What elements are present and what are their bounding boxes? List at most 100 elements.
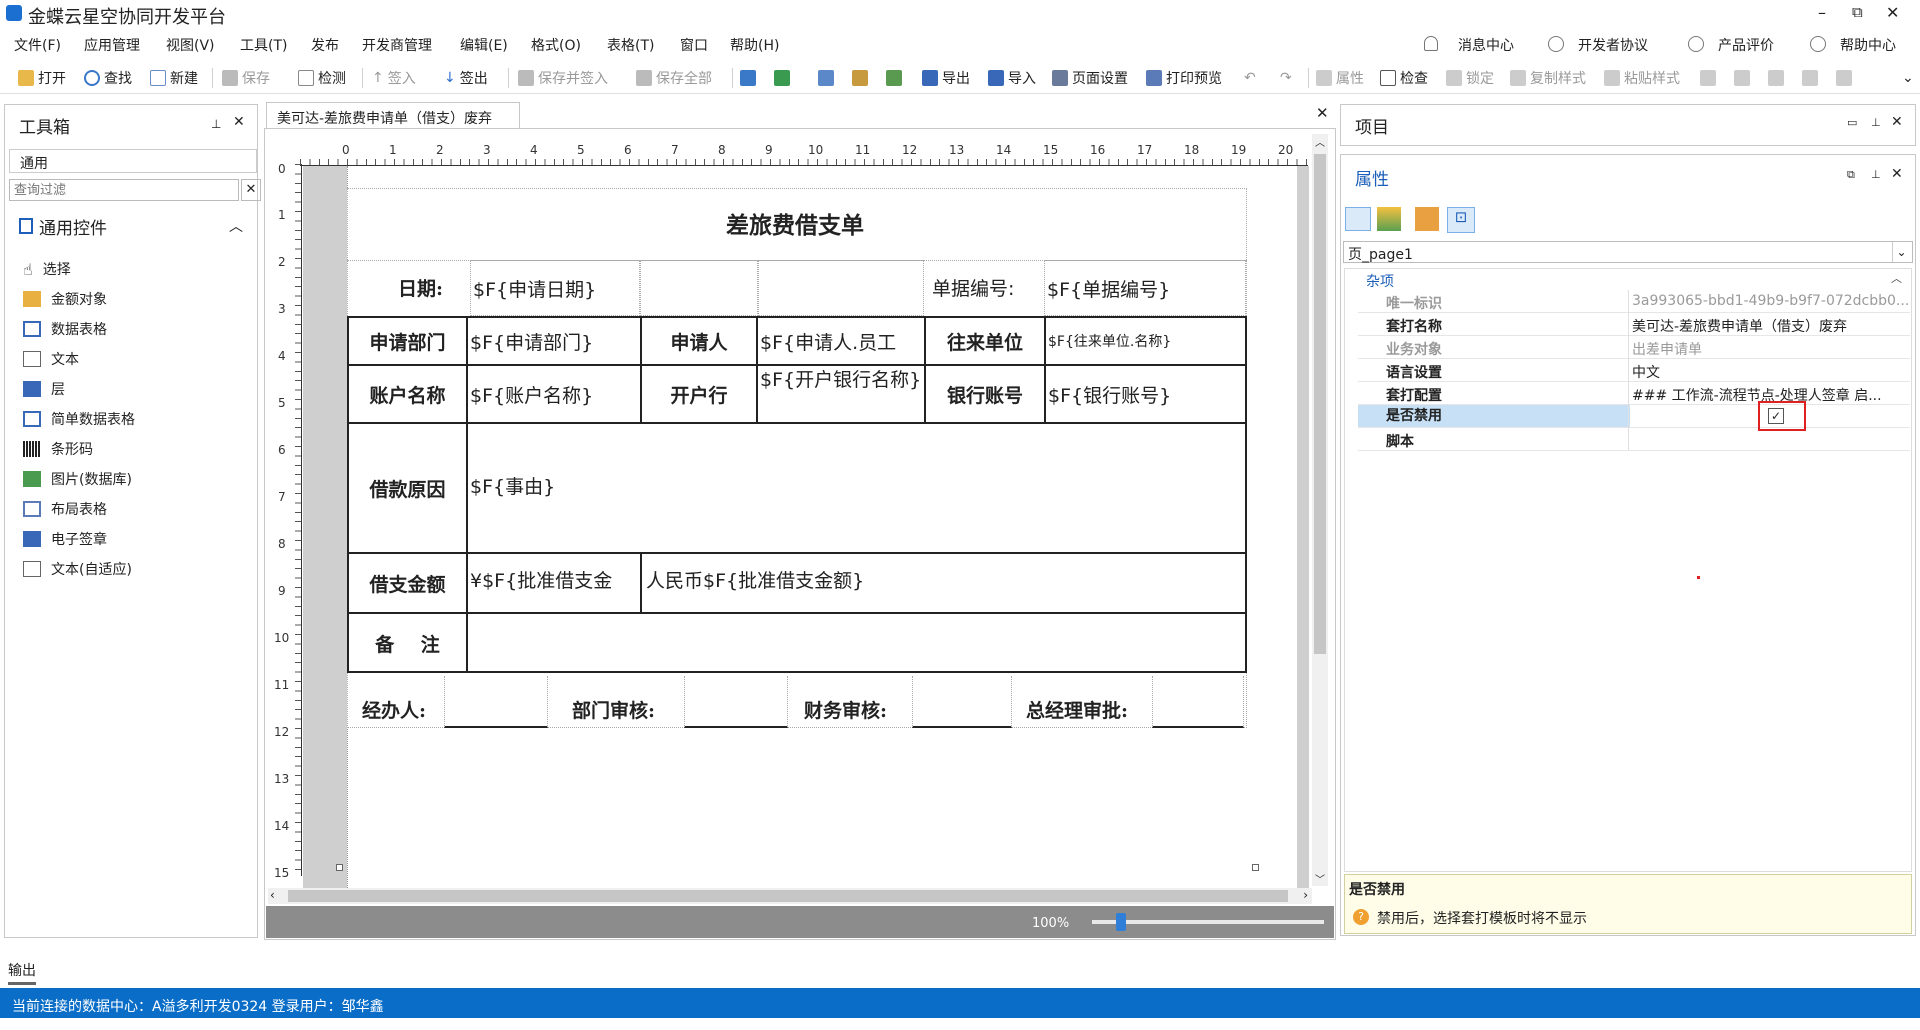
account-no-label[interactable]: 银行账号 (926, 366, 1044, 422)
inspect-button[interactable]: 检查 (1380, 68, 1428, 88)
help-icon[interactable] (1810, 36, 1826, 52)
date-label[interactable]: 日期: (398, 272, 443, 302)
save-checkin-button[interactable]: 保存并签入 (518, 68, 608, 88)
agreement-icon[interactable] (1548, 36, 1564, 52)
maximize-icon[interactable]: ▭ (1847, 116, 1857, 129)
tool-layout-table[interactable]: 布局表格 (23, 497, 107, 521)
reason-field[interactable]: $F{事由} (470, 424, 1244, 552)
align-button-1[interactable] (1700, 68, 1716, 88)
scroll-thumb[interactable] (1314, 154, 1326, 654)
align-button-2[interactable] (1734, 68, 1750, 88)
tool-image-db[interactable]: 图片(数据库) (23, 467, 132, 491)
handler-label[interactable]: 经办人: (362, 694, 426, 724)
align-button-4[interactable] (1802, 68, 1818, 88)
pin-icon[interactable]: ⊥ (211, 117, 221, 131)
message-center-link[interactable]: 消息中心 (1458, 35, 1514, 55)
bank-field[interactable]: $F{开户银行名称} (760, 366, 922, 422)
scroll-h-thumb[interactable] (288, 890, 1288, 902)
close-document-icon[interactable]: ✕ (1316, 104, 1329, 122)
sort-alpha-button[interactable] (1377, 207, 1401, 231)
property-row[interactable]: 语言设置 中文 (1358, 359, 1910, 382)
find-button[interactable]: 查找 (84, 68, 132, 88)
amount-cn-field[interactable]: 人民币$F{批准借支金额} (646, 554, 1242, 612)
property-value[interactable]: 美可达-差旅费申请单（借支）废弃 (1632, 316, 1908, 336)
property-row[interactable]: 套打配置 ### 工作流-流程节点-处理人签章 启... (1358, 382, 1910, 405)
menu-window[interactable]: 窗口 (680, 35, 708, 55)
billno-label[interactable]: 单据编号: (932, 272, 1014, 302)
smile-icon[interactable] (1688, 36, 1704, 52)
export-button[interactable]: 导出 (922, 68, 970, 88)
output-tab[interactable]: 输出 (8, 960, 36, 985)
close-button[interactable]: ✕ (1886, 3, 1899, 22)
property-row[interactable]: 唯一标识 3a993065-bbd1-49b9-b9f7-072dcbb0... (1358, 290, 1910, 313)
close-icon[interactable]: ✕ (233, 114, 245, 130)
applicant-label[interactable]: 申请人 (642, 318, 756, 364)
collapse-icon[interactable]: ︿ (1891, 270, 1902, 286)
redo-button[interactable]: ↷ (1280, 68, 1292, 88)
amount-label[interactable]: 借支金额 (349, 554, 466, 612)
dept-review-label[interactable]: 部门审核: (572, 694, 655, 724)
menu-format[interactable]: 格式(O) (531, 35, 581, 55)
toolbar-icon-button-5[interactable] (886, 68, 902, 88)
undo-button[interactable]: ↶ (1244, 68, 1256, 88)
property-value[interactable]: 中文 (1632, 362, 1908, 382)
tool-data-table[interactable]: 数据表格 (23, 317, 107, 341)
events-button[interactable]: ⊡ (1447, 207, 1475, 233)
toolbox-tab-common[interactable]: 通用 (9, 149, 257, 173)
applicant-field[interactable]: $F{申请人.员工 (760, 318, 922, 364)
horizontal-scrollbar[interactable]: ‹ › (268, 888, 1312, 904)
copy-style-button[interactable]: 复制样式 (1510, 68, 1586, 88)
toolbar-overflow-button[interactable]: ⌄ (1902, 68, 1914, 88)
document-tab[interactable]: 美可达-差旅费申请单（借支）废弃 (266, 102, 520, 128)
toolbar-icon-button-3[interactable] (818, 68, 834, 88)
vertical-scrollbar[interactable]: ︿ ﹀ (1312, 134, 1328, 886)
tool-text[interactable]: 文本 (23, 347, 79, 371)
toolbar-icon-button-2[interactable] (774, 68, 790, 88)
product-review-link[interactable]: 产品评价 (1718, 35, 1774, 55)
tool-text-adaptive[interactable]: 文本(自适应) (23, 557, 132, 581)
paste-style-button[interactable]: 粘贴样式 (1604, 68, 1680, 88)
close-icon[interactable]: ✕ (1891, 114, 1903, 130)
tool-amount-object[interactable]: 金额对象 (23, 287, 107, 311)
date-field[interactable]: $F{申请日期} (470, 260, 640, 316)
tool-select[interactable]: ☝ 选择 (23, 257, 71, 281)
resize-handle[interactable] (336, 864, 343, 871)
lock-button[interactable]: 锁定 (1446, 68, 1494, 88)
gm-approve-field[interactable] (1152, 676, 1244, 728)
property-row[interactable]: 脚本 (1358, 428, 1910, 451)
remark-field[interactable] (470, 614, 1244, 672)
finance-review-field[interactable] (912, 676, 1012, 728)
scroll-up-icon[interactable]: ︿ (1315, 134, 1325, 149)
zoom-slider[interactable] (1092, 920, 1324, 924)
clear-filter-icon[interactable]: ✕ (241, 179, 261, 201)
remark-label[interactable]: 备 注 (349, 614, 466, 672)
toolbar-icon-button-4[interactable] (852, 68, 868, 88)
menu-view[interactable]: 视图(V) (166, 35, 215, 55)
dept-field[interactable]: $F{申请部门} (470, 318, 638, 364)
reason-label[interactable]: 借款原因 (349, 424, 466, 552)
bell-icon[interactable] (1424, 36, 1438, 51)
print-preview-button[interactable]: 打印预览 (1146, 68, 1222, 88)
import-button[interactable]: 导入 (988, 68, 1036, 88)
align-button-3[interactable] (1768, 68, 1784, 88)
menu-file[interactable]: 文件(F) (14, 35, 61, 55)
gm-approve-label[interactable]: 总经理审批: (1026, 694, 1128, 724)
close-icon[interactable]: ✕ (1891, 166, 1903, 182)
menu-edit[interactable]: 编辑(E) (460, 35, 508, 55)
property-row[interactable]: 套打名称 美可达-差旅费申请单（借支）废弃 (1358, 313, 1910, 336)
empty-cell[interactable] (758, 260, 924, 316)
property-row-selected[interactable]: 是否禁用 ✓ (1358, 401, 1910, 431)
zoom-slider-thumb[interactable] (1116, 913, 1126, 931)
contact-field[interactable]: $F{往来单位.名称} (1048, 318, 1244, 364)
tool-simple-data-table[interactable]: 简单数据表格 (23, 407, 135, 431)
bank-label[interactable]: 开户行 (642, 366, 756, 422)
billno-field[interactable]: $F{单据编号} (1044, 260, 1246, 316)
pin-icon[interactable]: ⊥ (1871, 168, 1881, 181)
new-button[interactable]: 新建 (150, 68, 198, 88)
dept-review-field[interactable] (684, 676, 788, 728)
account-name-label[interactable]: 账户名称 (349, 366, 466, 422)
save-button[interactable]: 保存 (222, 68, 270, 88)
toolbox-group-header[interactable]: 通用控件 ︿ (9, 213, 257, 239)
save-all-button[interactable]: 保存全部 (636, 68, 712, 88)
scroll-down-icon[interactable]: ﹀ (1315, 871, 1325, 886)
